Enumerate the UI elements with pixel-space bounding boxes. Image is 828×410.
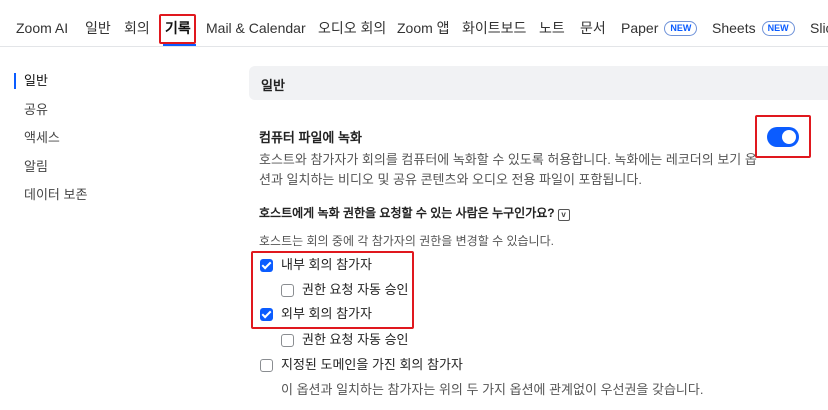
sidebar-item-notifications[interactable]: 알림 <box>24 158 48 176</box>
tab-audio-conferencing[interactable]: 오디오 회의 <box>318 18 386 38</box>
specified-domain-label: 지정된 도메인을 가진 회의 참가자 <box>281 357 463 372</box>
highlight-box-options <box>251 251 414 329</box>
setting-description-line1: 호스트와 참가자가 회의를 컴퓨터에 녹화할 수 있도록 허용합니다. 녹화에는… <box>259 152 757 167</box>
tab-sheets[interactable]: Sheets NEW <box>712 18 795 38</box>
sidebar-item-general[interactable]: 일반 <box>24 72 48 90</box>
external-auto-approve-label: 권한 요청 자동 승인 <box>302 332 409 347</box>
tab-general[interactable]: 일반 <box>85 18 111 38</box>
tab-slides[interactable]: Slic <box>810 18 828 38</box>
highlight-box-recording-tab <box>159 14 196 44</box>
domain-note: 이 옵션과 일치하는 참가자는 위의 두 가지 옵션에 관계없이 우선권을 갖습… <box>281 382 704 397</box>
external-auto-approve-checkbox[interactable] <box>281 334 294 347</box>
new-badge: NEW <box>664 21 698 36</box>
question-label: 호스트에게 녹화 권한을 요청할 수 있는 사람은 누구인가요? v <box>259 203 570 223</box>
tab-docs[interactable]: 문서 <box>580 18 606 38</box>
tab-whiteboard[interactable]: 화이트보드 <box>462 18 526 38</box>
highlight-box-toggle <box>755 115 811 158</box>
section-title: 일반 <box>261 78 285 93</box>
settings-tab-bar: Zoom AI 일반 회의 기록 Mail & Calendar 오디오 회의 … <box>0 0 828 47</box>
tab-paper[interactable]: Paper NEW <box>621 18 698 38</box>
tab-meetings[interactable]: 회의 <box>124 18 150 38</box>
setting-title: 컴퓨터 파일에 녹화 <box>259 130 362 145</box>
sidebar-item-sharing[interactable]: 공유 <box>24 101 48 119</box>
active-tab-underline <box>163 44 196 46</box>
tab-sheets-label: Sheets <box>712 20 756 36</box>
specified-domain-checkbox[interactable] <box>260 359 273 372</box>
tab-paper-label: Paper <box>621 20 659 36</box>
sidebar-active-indicator <box>14 73 16 89</box>
sidebar-item-data-retention[interactable]: 데이터 보존 <box>24 186 87 204</box>
sidebar-item-access[interactable]: 액세스 <box>24 129 60 147</box>
question-note: 호스트는 회의 중에 각 참가자의 권한을 변경할 수 있습니다. <box>259 234 554 248</box>
tab-zoom-apps[interactable]: Zoom 앱 <box>397 18 450 38</box>
question-text: 호스트에게 녹화 권한을 요청할 수 있는 사람은 누구인가요? <box>259 206 555 220</box>
tab-mail-calendar[interactable]: Mail & Calendar <box>206 18 306 38</box>
section-header: 일반 <box>249 66 828 100</box>
tab-notes[interactable]: 노트 <box>539 18 565 38</box>
info-icon[interactable]: v <box>557 209 570 221</box>
new-badge: NEW <box>761 21 795 36</box>
setting-description-line2: 션과 일치하는 비디오 및 공유 콘텐츠와 오디오 전용 파일이 포함됩니다. <box>259 172 642 187</box>
tab-zoom-ai[interactable]: Zoom AI <box>16 18 68 38</box>
